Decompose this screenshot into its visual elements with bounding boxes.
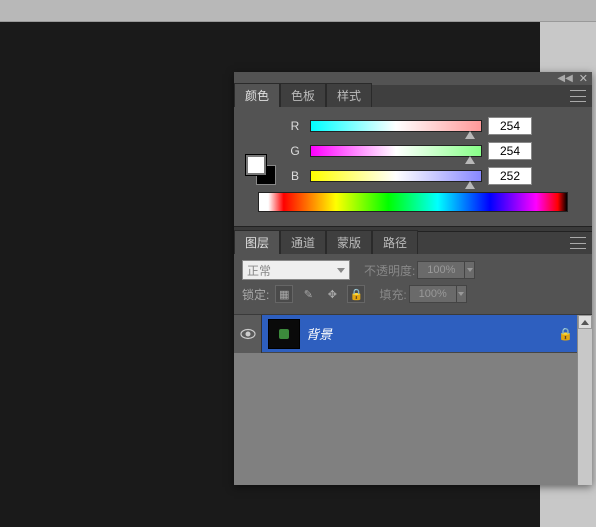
slider-thumb-r[interactable] [465,131,475,139]
scrollbar[interactable] [577,315,592,485]
close-icon[interactable]: ✕ [579,72,588,85]
fill-label: 填充: [379,286,406,303]
layers-tabs: 图层 通道 蒙版 路径 [234,232,592,254]
foreground-color-swatch[interactable] [246,155,266,175]
panels-container: ◀◀ ✕ 颜色 色板 样式 R 254 G 254 B 252 [234,72,592,485]
label-b: B [286,169,304,183]
scroll-up-icon[interactable] [578,315,592,329]
slider-thumb-g[interactable] [465,156,475,164]
label-g: G [286,144,304,158]
visibility-toggle[interactable] [234,315,262,353]
tab-color[interactable]: 颜色 [234,83,280,107]
tab-channels[interactable]: 通道 [280,230,326,254]
tab-layers[interactable]: 图层 [234,230,280,254]
color-panel-body: R 254 G 254 B 252 [234,107,592,226]
layer-name[interactable]: 背景 [306,324,558,343]
tab-styles[interactable]: 样式 [326,83,372,107]
blend-mode-value: 正常 [247,262,271,279]
app-menubar [0,0,596,22]
color-spectrum[interactable] [258,192,568,212]
layers-list: 背景 🔒 [234,315,592,485]
lock-paint-icon[interactable]: ✎ [299,285,317,303]
collapse-icon[interactable]: ◀◀ [557,73,572,84]
fg-bg-swatches[interactable] [246,155,276,185]
label-r: R [286,119,304,133]
slider-thumb-b[interactable] [465,181,475,189]
lock-all-icon[interactable]: 🔒 [347,285,365,303]
lock-transparency-icon[interactable]: ▦ [275,285,293,303]
color-tabs: 颜色 色板 样式 [234,85,592,107]
value-b[interactable]: 252 [488,167,532,185]
value-g[interactable]: 254 [488,142,532,160]
opacity-value[interactable]: 100% [417,261,465,279]
slider-row-g: G 254 [286,142,582,160]
layers-menu-icon[interactable] [570,237,586,249]
slider-r[interactable] [310,120,482,132]
tab-swatches[interactable]: 色板 [280,83,326,107]
lock-position-icon[interactable]: ✥ [323,285,341,303]
panel-menu-icon[interactable] [570,90,586,102]
lock-label: 锁定: [242,286,269,303]
fill-value[interactable]: 100% [409,285,457,303]
layer-thumbnail[interactable] [268,319,300,349]
slider-row-b: B 252 [286,167,582,185]
slider-g[interactable] [310,145,482,157]
thumbnail-content [279,329,289,339]
chevron-down-icon [337,268,345,273]
opacity-label: 不透明度: [364,262,415,279]
layers-options: 正常 不透明度: 100% 锁定: ▦ ✎ ✥ 🔒 填充: 100% [234,254,592,315]
fill-dropdown-icon[interactable] [457,285,467,303]
eye-icon [240,328,256,340]
value-r[interactable]: 254 [488,117,532,135]
lock-indicator-icon: 🔒 [558,327,578,341]
slider-row-r: R 254 [286,117,582,135]
lock-buttons: ▦ ✎ ✥ 🔒 [275,285,365,303]
layer-row[interactable]: 背景 🔒 [234,315,592,353]
tab-paths[interactable]: 路径 [372,230,418,254]
blend-mode-select[interactable]: 正常 [242,260,350,280]
tab-masks[interactable]: 蒙版 [326,230,372,254]
opacity-dropdown-icon[interactable] [465,261,475,279]
slider-b[interactable] [310,170,482,182]
